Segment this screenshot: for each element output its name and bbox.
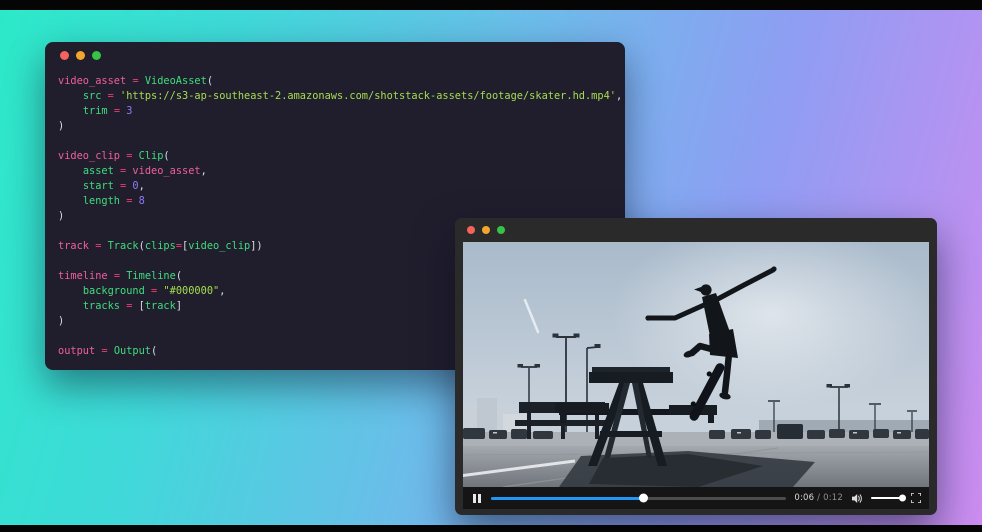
progress-handle[interactable] — [639, 494, 648, 503]
close-button-icon[interactable] — [467, 226, 475, 234]
close-button-icon[interactable] — [60, 51, 69, 60]
progress-fill — [491, 497, 645, 500]
fullscreen-icon — [911, 493, 921, 503]
volume-button[interactable] — [851, 493, 863, 504]
traffic-lights — [467, 226, 505, 234]
traffic-lights — [60, 51, 101, 60]
current-time: 0:06 — [794, 493, 814, 503]
pause-button[interactable] — [471, 492, 483, 505]
letterbox-top — [0, 0, 982, 10]
video-window-titlebar[interactable] — [455, 218, 937, 242]
pause-icon — [473, 494, 476, 503]
letterbox-bottom — [0, 525, 982, 532]
volume-handle[interactable] — [899, 495, 906, 502]
minimize-button-icon[interactable] — [76, 51, 85, 60]
time-separator: / — [814, 493, 823, 503]
duration: 0:12 — [823, 493, 843, 503]
code-window-titlebar[interactable] — [45, 42, 625, 68]
video-viewport[interactable] — [463, 242, 929, 487]
volume-icon — [851, 493, 863, 504]
progress-bar[interactable] — [491, 497, 787, 500]
page-background: video_asset = VideoAsset( src = 'https:/… — [0, 0, 982, 532]
player-controls-bar: 0:06 / 0:12 — [463, 487, 929, 509]
volume-fill — [871, 497, 903, 500]
volume-slider[interactable] — [871, 497, 903, 500]
skater-video-frame — [463, 242, 929, 487]
time-display: 0:06 / 0:12 — [794, 493, 843, 503]
zoom-button-icon[interactable] — [92, 51, 101, 60]
video-player-window: 0:06 / 0:12 — [455, 218, 937, 515]
fullscreen-button[interactable] — [911, 493, 921, 503]
zoom-button-icon[interactable] — [497, 226, 505, 234]
minimize-button-icon[interactable] — [482, 226, 490, 234]
